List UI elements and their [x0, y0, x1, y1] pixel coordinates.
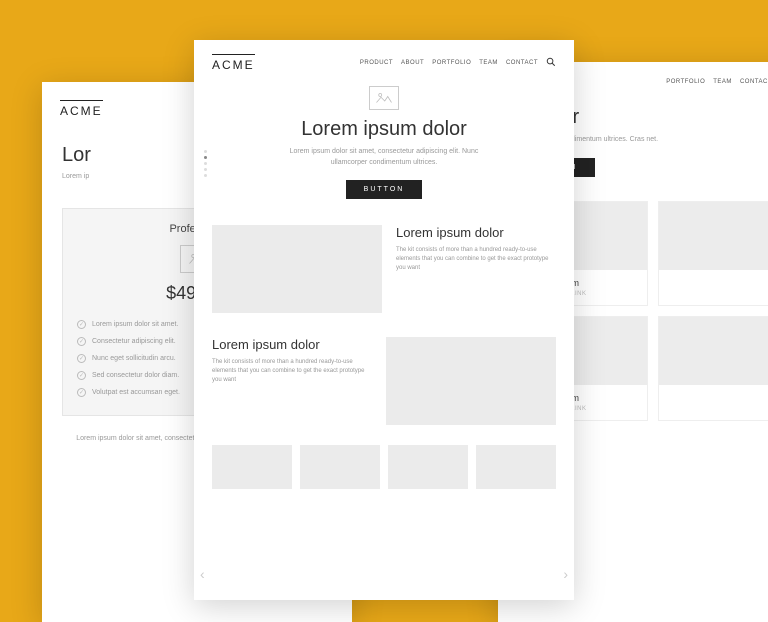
nav-item[interactable]: CONTACT	[506, 60, 538, 66]
pager-dots[interactable]	[204, 150, 207, 177]
thumbnail-row	[194, 437, 574, 497]
hero: Lorem ipsum dolor Lorem ipsum dolor sit …	[194, 80, 574, 213]
grid-card[interactable]	[658, 201, 768, 306]
nav-links: PORTFOLIO TEAM CONTACT	[666, 76, 768, 88]
thumbnail[interactable]	[300, 445, 380, 489]
nav-item[interactable]: TEAM	[479, 60, 498, 66]
nav-links: PRODUCT ABOUT PORTFOLIO TEAM CONTACT	[360, 57, 556, 69]
navbar: ACME PRODUCT ABOUT PORTFOLIO TEAM CONTAC…	[194, 40, 574, 80]
image-placeholder	[212, 225, 382, 313]
check-icon: ✓	[77, 388, 86, 397]
thumbnail[interactable]	[388, 445, 468, 489]
image-placeholder-icon	[369, 86, 399, 110]
hero-subtitle: Lorem ipsum dolor sit amet, consectetur …	[284, 147, 484, 168]
feature-desc: The kit consists of more than a hundred …	[396, 246, 556, 273]
feature-title: Lorem ipsum dolor	[396, 225, 556, 240]
thumbnail[interactable]	[212, 445, 292, 489]
grid-card[interactable]	[658, 316, 768, 421]
check-icon: ✓	[77, 337, 86, 346]
nav-item[interactable]: PORTFOLIO	[432, 60, 471, 66]
nav-item[interactable]: PRODUCT	[360, 60, 393, 66]
chevron-left-icon[interactable]: ‹	[200, 566, 205, 582]
wireframe-card-center: ACME PRODUCT ABOUT PORTFOLIO TEAM CONTAC…	[194, 40, 574, 600]
image-placeholder	[659, 317, 768, 385]
check-icon: ✓	[77, 320, 86, 329]
nav-item[interactable]: CONTACT	[740, 79, 768, 85]
nav-item[interactable]: ABOUT	[401, 60, 424, 66]
feature-row: Lorem ipsum dolor The kit consists of mo…	[194, 213, 574, 325]
check-icon: ✓	[77, 371, 86, 380]
hero-title: Lorem ipsum dolor	[214, 118, 554, 141]
nav-item[interactable]: PORTFOLIO	[666, 79, 705, 85]
feature-title: Lorem ipsum dolor	[212, 337, 372, 352]
chevron-right-icon[interactable]: ›	[563, 566, 568, 582]
feature-row: Lorem ipsum dolor The kit consists of mo…	[194, 325, 574, 437]
nav-item[interactable]: TEAM	[713, 79, 732, 85]
image-placeholder	[386, 337, 556, 425]
cta-button[interactable]: BUTTON	[346, 180, 423, 199]
feature-desc: The kit consists of more than a hundred …	[212, 358, 372, 385]
thumbnail[interactable]	[476, 445, 556, 489]
search-icon[interactable]	[546, 57, 556, 69]
check-icon: ✓	[77, 354, 86, 363]
image-placeholder	[659, 202, 768, 270]
logo[interactable]: ACME	[212, 54, 255, 72]
logo[interactable]: ACME	[60, 100, 103, 118]
